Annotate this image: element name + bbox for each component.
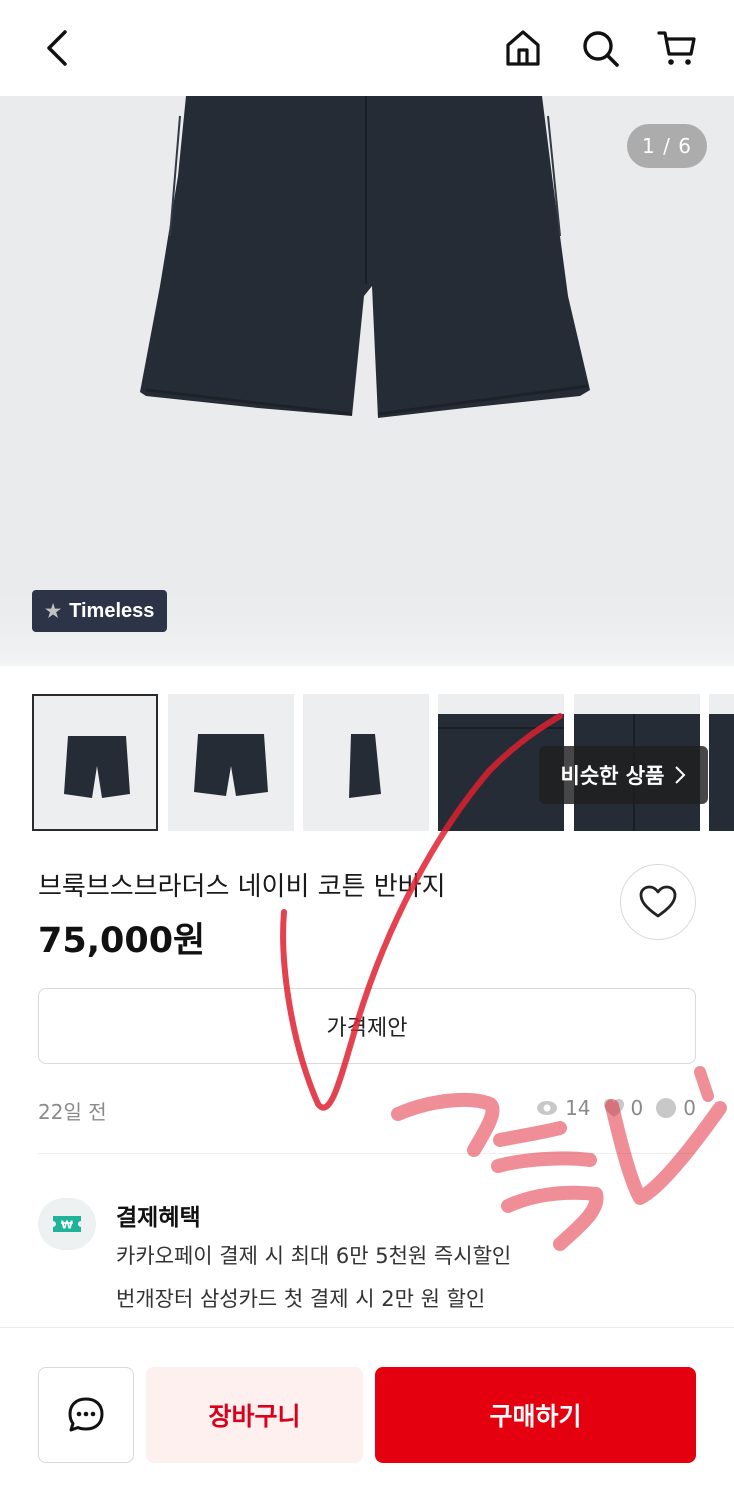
timeless-badge: ★ Timeless [32, 590, 168, 632]
chevron-right-icon [675, 766, 686, 784]
search-button[interactable] [574, 22, 626, 74]
cart-button[interactable] [651, 22, 703, 74]
image-page-counter: 1 / 6 [627, 124, 707, 168]
favorite-button[interactable] [620, 864, 696, 940]
product-price: 75,000원 [38, 921, 206, 961]
payment-benefit-icon: ₩ [38, 1198, 96, 1250]
home-button[interactable] [497, 22, 549, 74]
posted-time: 22일 전 [38, 1100, 107, 1124]
add-to-cart-button[interactable]: 장바구니 [146, 1367, 363, 1463]
thumbnail-6[interactable] [709, 694, 734, 831]
section-divider [38, 1153, 696, 1154]
bottom-action-bar: 장바구니 구매하기 [0, 1327, 734, 1500]
product-title: 브룩브스브라더스 네이비 코튼 반바지 [38, 872, 446, 902]
thumbnail-3[interactable] [303, 694, 429, 831]
price-offer-button[interactable]: 가격제안 [38, 988, 696, 1064]
cart-icon [657, 31, 696, 65]
thumbnail-2[interactable] [168, 694, 294, 831]
comment-count: 0 [683, 1096, 696, 1120]
similar-products-button[interactable]: 비슷한 상품 [539, 746, 708, 804]
payment-benefit-samsungcard: 번개장터 삼성카드 첫 결제 시 2만 원 할인 [116, 1287, 486, 1311]
won-ticket-icon: ₩ [53, 1216, 81, 1232]
star-icon: ★ [45, 600, 62, 621]
payment-benefit-title: 결제혜택 [116, 1205, 201, 1231]
comment-icon [655, 1097, 677, 1119]
navy-shorts-image [0, 96, 734, 666]
thumbnail-1[interactable] [32, 694, 158, 831]
home-icon [506, 30, 540, 66]
top-navigation-bar [0, 0, 734, 96]
svg-text:₩: ₩ [61, 1219, 73, 1232]
payment-benefit-kakaopay: 카카오페이 결제 시 최대 6만 5천원 즉시할인 [116, 1244, 512, 1268]
thumbnail-strip: 비슷한 상품 [0, 666, 734, 831]
like-count: 0 [630, 1096, 644, 1120]
heart-icon [639, 885, 677, 918]
view-count: 14 [565, 1096, 591, 1120]
chat-bubble-icon [68, 1397, 104, 1432]
product-stats: 14 0 0 [535, 1096, 696, 1120]
back-button[interactable] [32, 22, 84, 74]
badge-label: Timeless [69, 599, 155, 622]
chat-button[interactable] [38, 1367, 134, 1463]
heart-count-icon [603, 1098, 625, 1118]
similar-products-label: 비슷한 상품 [560, 764, 665, 788]
product-image-carousel[interactable]: 1 / 6 ★ Timeless [0, 96, 734, 666]
buy-now-button[interactable]: 구매하기 [375, 1367, 696, 1463]
search-icon [583, 31, 619, 67]
chevron-left-icon [47, 30, 67, 66]
eye-icon [535, 1099, 559, 1117]
